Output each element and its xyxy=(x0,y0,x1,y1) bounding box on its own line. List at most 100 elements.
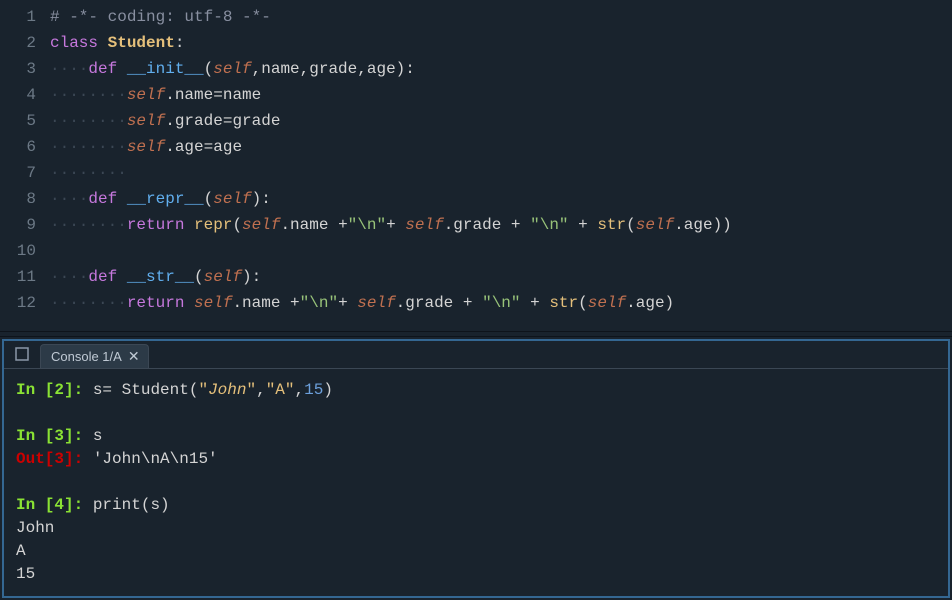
console-line: 15 xyxy=(16,563,936,586)
code-line[interactable]: ····def __repr__(self): xyxy=(50,186,952,212)
line-number: 9 xyxy=(10,212,36,238)
pane-splitter[interactable] xyxy=(0,331,952,337)
console-token: John xyxy=(16,519,54,537)
code-token: + xyxy=(521,294,550,312)
code-token: + xyxy=(290,294,300,312)
in-prompt: In [ xyxy=(16,381,54,399)
code-token: ( xyxy=(194,268,204,286)
code-token: "\n" xyxy=(482,294,520,312)
prompt-number: 3 xyxy=(54,450,64,468)
console-token: 15 xyxy=(16,565,35,583)
console-pane: Console 1/A ✕ In [2]: s= Student("John",… xyxy=(2,339,950,598)
line-number: 7 xyxy=(10,160,36,186)
code-line[interactable]: ········return repr(self.name +"\n"+ sel… xyxy=(50,212,952,238)
code-token: self xyxy=(127,112,165,130)
code-token: ········ xyxy=(50,164,127,182)
code-token: self xyxy=(213,190,251,208)
console-line: John xyxy=(16,517,936,540)
panel-options-icon[interactable] xyxy=(10,342,34,366)
line-number: 12 xyxy=(10,290,36,316)
line-number: 6 xyxy=(10,134,36,160)
code-token: ···· xyxy=(50,190,88,208)
line-number-gutter: 123456789101112 xyxy=(0,0,50,331)
code-token: ): xyxy=(242,268,261,286)
code-token: : xyxy=(175,34,185,52)
code-token: .name xyxy=(280,216,338,234)
code-token: return xyxy=(127,294,194,312)
line-number: 2 xyxy=(10,30,36,56)
code-token: self xyxy=(636,216,674,234)
console-token: s= Student( xyxy=(93,381,199,399)
out-prompt: Out[ xyxy=(16,450,54,468)
code-line[interactable] xyxy=(50,238,952,264)
code-token: "\n" xyxy=(348,216,386,234)
code-area[interactable]: # -*- coding: utf-8 -*-class Student:···… xyxy=(50,0,952,331)
code-token: return xyxy=(127,216,194,234)
code-line[interactable]: ········self.age=age xyxy=(50,134,952,160)
console-tab-label: Console 1/A xyxy=(51,349,122,364)
code-token: Student xyxy=(108,34,175,52)
code-token: # -*- coding: utf-8 -*- xyxy=(50,8,271,26)
code-line[interactable]: # -*- coding: utf-8 -*- xyxy=(50,4,952,30)
console-token: " xyxy=(198,381,208,399)
line-number: 10 xyxy=(10,238,36,264)
code-token: ( xyxy=(626,216,636,234)
close-icon[interactable]: ✕ xyxy=(128,348,140,365)
console-token: "A" xyxy=(266,381,295,399)
code-token: str xyxy=(549,294,578,312)
code-token: .grade xyxy=(165,112,223,130)
code-line[interactable]: class Student: xyxy=(50,30,952,56)
code-token: self xyxy=(242,216,280,234)
code-token: .age)) xyxy=(674,216,732,234)
code-token: + xyxy=(569,216,598,234)
code-token: def xyxy=(88,60,126,78)
code-token: ( xyxy=(204,190,214,208)
code-token: .grade xyxy=(444,216,511,234)
code-token: self xyxy=(357,294,395,312)
code-token: "\n" xyxy=(300,294,338,312)
console-token: John xyxy=(208,381,246,399)
console-line: In [2]: s= Student("John","A",15) xyxy=(16,379,936,402)
code-line[interactable]: ········return self.name +"\n"+ self.gra… xyxy=(50,290,952,316)
code-token: ········ xyxy=(50,86,127,104)
code-token: ( xyxy=(578,294,588,312)
console-token: s xyxy=(93,427,103,445)
code-token: ): xyxy=(252,190,271,208)
in-prompt: In [ xyxy=(16,496,54,514)
console-line: A xyxy=(16,540,936,563)
console-line xyxy=(16,402,936,425)
code-token: self xyxy=(588,294,626,312)
console-tab[interactable]: Console 1/A ✕ xyxy=(40,344,149,368)
in-prompt: In [ xyxy=(16,427,54,445)
code-token: ( xyxy=(232,216,242,234)
code-line[interactable]: ········ xyxy=(50,160,952,186)
code-line[interactable]: ········self.grade=grade xyxy=(50,108,952,134)
console-tab-bar: Console 1/A ✕ xyxy=(4,341,948,369)
code-token: class xyxy=(50,34,108,52)
code-token: __str__ xyxy=(127,268,194,286)
console-token: (s) xyxy=(141,496,170,514)
code-token: ,name,grade,age): xyxy=(252,60,415,78)
code-line[interactable]: ····def __init__(self,name,grade,age): xyxy=(50,56,952,82)
prompt-number: 3 xyxy=(54,427,64,445)
console-line xyxy=(16,471,936,494)
console-token: print xyxy=(93,496,141,514)
code-editor[interactable]: 123456789101112 # -*- coding: utf-8 -*-c… xyxy=(0,0,952,331)
line-number: 3 xyxy=(10,56,36,82)
prompt-number: 2 xyxy=(54,381,64,399)
code-token: .age xyxy=(165,138,203,156)
code-token: self xyxy=(204,268,242,286)
code-token: __repr__ xyxy=(127,190,204,208)
code-token: ···· xyxy=(50,268,88,286)
code-line[interactable]: ········self.name=name xyxy=(50,82,952,108)
code-token: grade xyxy=(232,112,280,130)
console-output[interactable]: In [2]: s= Student("John","A",15) In [3]… xyxy=(4,369,948,596)
code-token: ········ xyxy=(50,216,127,234)
code-token: .grade xyxy=(396,294,463,312)
code-token: .age) xyxy=(626,294,674,312)
line-number: 11 xyxy=(10,264,36,290)
code-line[interactable]: ····def __str__(self): xyxy=(50,264,952,290)
code-token: + xyxy=(338,294,357,312)
code-token: repr xyxy=(194,216,232,234)
line-number: 1 xyxy=(10,4,36,30)
